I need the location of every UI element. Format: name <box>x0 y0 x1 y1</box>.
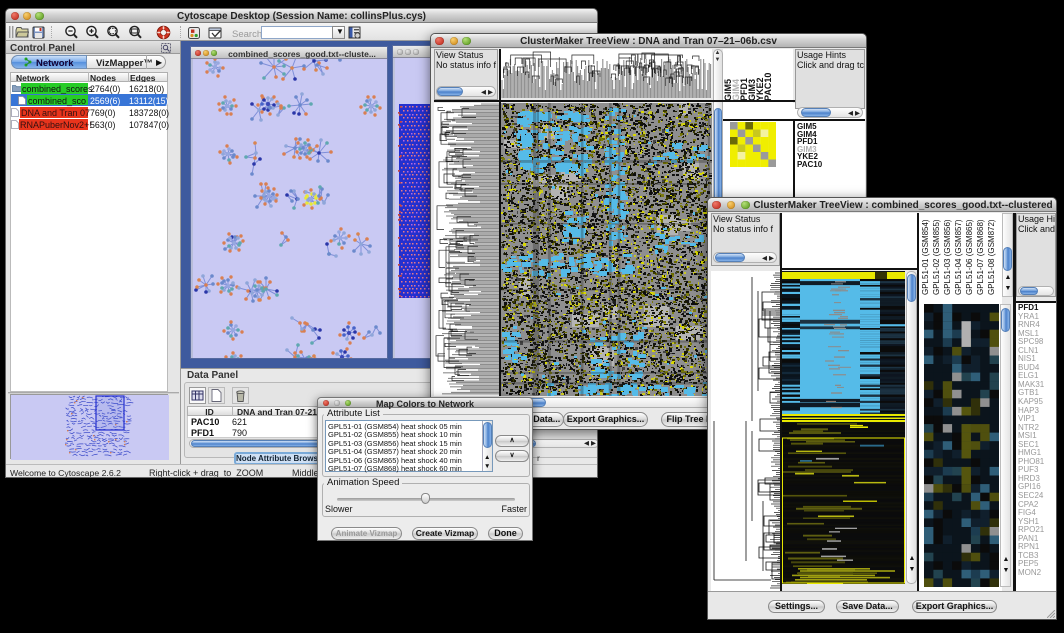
svg-text:GPL51-01 (GSM854): GPL51-01 (GSM854) <box>921 219 930 295</box>
svg-text:GPL51-04 (GSM857): GPL51-04 (GSM857) <box>954 219 963 295</box>
svg-text:GPL51-07 (GSM868): GPL51-07 (GSM868) <box>976 219 985 295</box>
svg-text:PAC10: PAC10 <box>763 73 773 101</box>
svg-text:GPL51-03 (GSM856): GPL51-03 (GSM856) <box>943 219 952 295</box>
svg-text:GPL51-02 (GSM855): GPL51-02 (GSM855) <box>932 219 941 295</box>
svg-text:GPL51-06 (GSM865): GPL51-06 (GSM865) <box>965 219 974 295</box>
svg-text:GPL51-08 (GSM872): GPL51-08 (GSM872) <box>987 219 996 295</box>
